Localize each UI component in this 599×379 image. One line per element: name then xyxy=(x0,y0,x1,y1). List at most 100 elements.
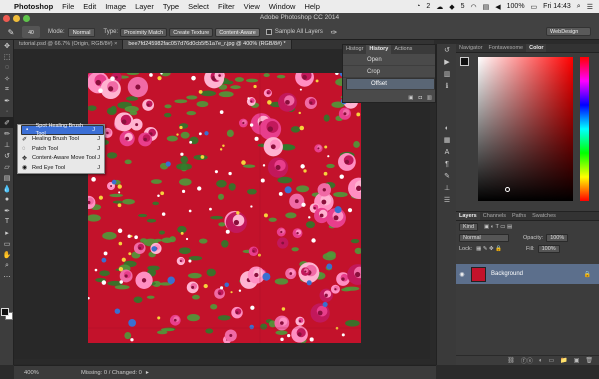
content-aware-button[interactable]: Content-Aware xyxy=(215,27,260,37)
blur-tool-icon[interactable]: 💧 xyxy=(0,183,14,194)
tab-histogram[interactable]: Histogr xyxy=(343,45,366,54)
mask-icon[interactable]: ▭ xyxy=(549,357,555,364)
list-icon[interactable]: ☰ xyxy=(587,3,593,11)
tab-navigator[interactable]: Navigator xyxy=(456,44,486,52)
marquee-tool-icon[interactable]: ⬚ xyxy=(0,51,14,62)
adjustments-panel-icon[interactable]: ◐ xyxy=(437,122,457,134)
dodge-tool-icon[interactable]: ● xyxy=(0,194,14,205)
history-state-crop[interactable]: Crop xyxy=(343,66,435,78)
volume-icon[interactable]: ◀ xyxy=(495,3,500,11)
delete-layer-icon[interactable]: 🗑 xyxy=(585,357,593,364)
trash-icon[interactable]: ▥ xyxy=(427,95,432,101)
clone-source-panel-icon[interactable]: ⊥ xyxy=(437,182,457,194)
tab-history[interactable]: History xyxy=(366,45,392,54)
tool-preset-picker-icon[interactable]: ✎ xyxy=(4,26,18,38)
notification-badge-icon[interactable]: ◔ xyxy=(416,3,420,10)
menu-layer[interactable]: Layer xyxy=(135,2,154,11)
blend-mode-select[interactable]: Normal xyxy=(459,233,509,242)
new-layer-icon[interactable]: ▣ xyxy=(574,357,580,364)
tab-swatches[interactable]: Swatches xyxy=(529,212,559,220)
menu-view[interactable]: View xyxy=(244,2,260,11)
shape-tool-icon[interactable]: ▭ xyxy=(0,238,14,249)
new-document-from-state-icon[interactable]: ▣ xyxy=(408,95,413,101)
tab-fabric-jpg[interactable]: bee7fd245982fac057d76d0cb5f51a7e_r.jpg @… xyxy=(123,40,292,49)
info-panel-icon[interactable]: ℹ xyxy=(437,80,457,92)
spot-healing-brush-tool-icon[interactable]: ✐ xyxy=(0,117,14,128)
kind-filter-select[interactable]: Kind xyxy=(459,222,479,231)
color-picker-field[interactable] xyxy=(478,57,573,201)
hand-tool-icon[interactable]: ✋ xyxy=(0,249,14,260)
creative-cloud-icon[interactable]: ☁ xyxy=(436,3,443,11)
adjustment-layer-icon[interactable]: ◐ xyxy=(539,358,543,364)
filter-icons[interactable]: ▣ ◐ T ▭ ▤ xyxy=(484,224,512,230)
flag-icon[interactable]: ▤ xyxy=(483,3,490,11)
tab-fontawesome[interactable]: Fontawesome xyxy=(486,44,527,52)
move-tool-icon[interactable]: ✥ xyxy=(0,40,14,51)
lock-icons[interactable]: ▦ ✎ ✥ 🔒 xyxy=(476,246,502,252)
document-image[interactable] xyxy=(88,73,361,343)
color-picker-cursor[interactable] xyxy=(505,187,510,192)
history-state-open[interactable]: Open xyxy=(343,54,435,66)
workspace-select[interactable]: WebDesign xyxy=(546,27,591,36)
create-texture-button[interactable]: Create Texture xyxy=(169,27,214,37)
horizontal-scrollbar[interactable] xyxy=(14,359,436,364)
character-panel-icon[interactable]: A xyxy=(437,146,457,158)
fill-field[interactable]: 100% xyxy=(537,244,560,253)
flyout-item-patch[interactable]: ◌ Patch Tool J xyxy=(18,144,104,154)
flyout-item-spot-healing[interactable]: ▪ Spot Healing Brush Tool J xyxy=(21,123,104,137)
visibility-eye-icon[interactable]: ◉ xyxy=(456,271,468,278)
layer-background[interactable]: ◉ Background 🔒 xyxy=(456,264,599,284)
crop-tool-icon[interactable]: ⌗ xyxy=(0,84,14,95)
menu-file[interactable]: File xyxy=(62,2,74,11)
zoom-tool-icon[interactable]: ⌕ xyxy=(0,260,14,271)
eraser-tool-icon[interactable]: ▱ xyxy=(0,161,14,172)
tab-paths[interactable]: Paths xyxy=(509,212,529,220)
mode-select[interactable]: Normal xyxy=(67,27,96,37)
battery-icon[interactable]: ▭ xyxy=(531,3,538,11)
menu-edit[interactable]: Edit xyxy=(83,2,96,11)
menu-window[interactable]: Window xyxy=(269,2,296,11)
flyout-item-red-eye[interactable]: ◉ Red Eye Tool J xyxy=(18,163,104,173)
hue-slider[interactable] xyxy=(580,57,589,201)
eyedropper-alt-icon[interactable]: · xyxy=(0,106,14,117)
snapshot-icon[interactable]: ◘ xyxy=(418,95,421,101)
brush-size-picker[interactable]: 40 xyxy=(22,26,40,38)
clock[interactable]: Fri 14:43 xyxy=(543,3,571,10)
paragraph-panel-icon[interactable]: ¶ xyxy=(437,158,457,170)
actions-panel-icon[interactable]: ▶ xyxy=(437,56,457,68)
tab-actions[interactable]: Actions xyxy=(391,45,415,54)
brush-tool-icon[interactable]: ✏ xyxy=(0,128,14,139)
brush-panel-icon[interactable]: ✎ xyxy=(437,170,457,182)
quick-selection-tool-icon[interactable]: ✧ xyxy=(0,73,14,84)
menu-type[interactable]: Type xyxy=(163,2,179,11)
new-group-icon[interactable]: 📁 xyxy=(560,357,567,364)
link-layers-icon[interactable]: ⛓ xyxy=(507,357,515,364)
clone-stamp-tool-icon[interactable]: ⊥ xyxy=(0,139,14,150)
eyedropper-tool-icon[interactable]: ✒ xyxy=(0,95,14,106)
histogram-panel-icon[interactable]: ▥ xyxy=(437,68,457,80)
menu-image[interactable]: Image xyxy=(105,2,126,11)
layer-style-icon[interactable]: ⓕⓧ xyxy=(521,356,533,365)
styles-panel-icon[interactable]: ▦ xyxy=(437,134,457,146)
tab-color[interactable]: Color xyxy=(526,44,547,52)
path-selection-tool-icon[interactable]: ▸ xyxy=(0,227,14,238)
history-panel-icon[interactable]: ↺ xyxy=(437,44,457,56)
gradient-tool-icon[interactable]: ▤ xyxy=(0,172,14,183)
zoom-level[interactable]: 400% xyxy=(14,370,39,376)
search-icon[interactable]: ⌕ xyxy=(577,3,581,11)
app-menu[interactable]: Photoshop xyxy=(14,2,53,11)
tab-channels[interactable]: Channels xyxy=(480,212,509,220)
pressure-brush-icon[interactable]: ✑ xyxy=(327,26,341,38)
properties-panel-icon[interactable]: ☰ xyxy=(437,194,457,206)
type-tool-icon[interactable]: T xyxy=(0,216,14,227)
foreground-color-swatch[interactable] xyxy=(460,57,469,66)
status-menu-arrow-icon[interactable]: ▸ xyxy=(146,370,149,376)
more-tools-icon[interactable]: ⋯ xyxy=(0,271,14,282)
lasso-tool-icon[interactable]: ◌ xyxy=(0,62,14,73)
pen-tool-icon[interactable]: ✒ xyxy=(0,205,14,216)
proximity-match-button[interactable]: Proximity Match xyxy=(120,27,168,37)
flyout-item-content-aware-move[interactable]: ✥ Content-Aware Move Tool J xyxy=(18,154,104,164)
menu-select[interactable]: Select xyxy=(188,2,209,11)
sample-all-layers-checkbox[interactable] xyxy=(265,29,272,35)
menu-filter[interactable]: Filter xyxy=(218,2,235,11)
